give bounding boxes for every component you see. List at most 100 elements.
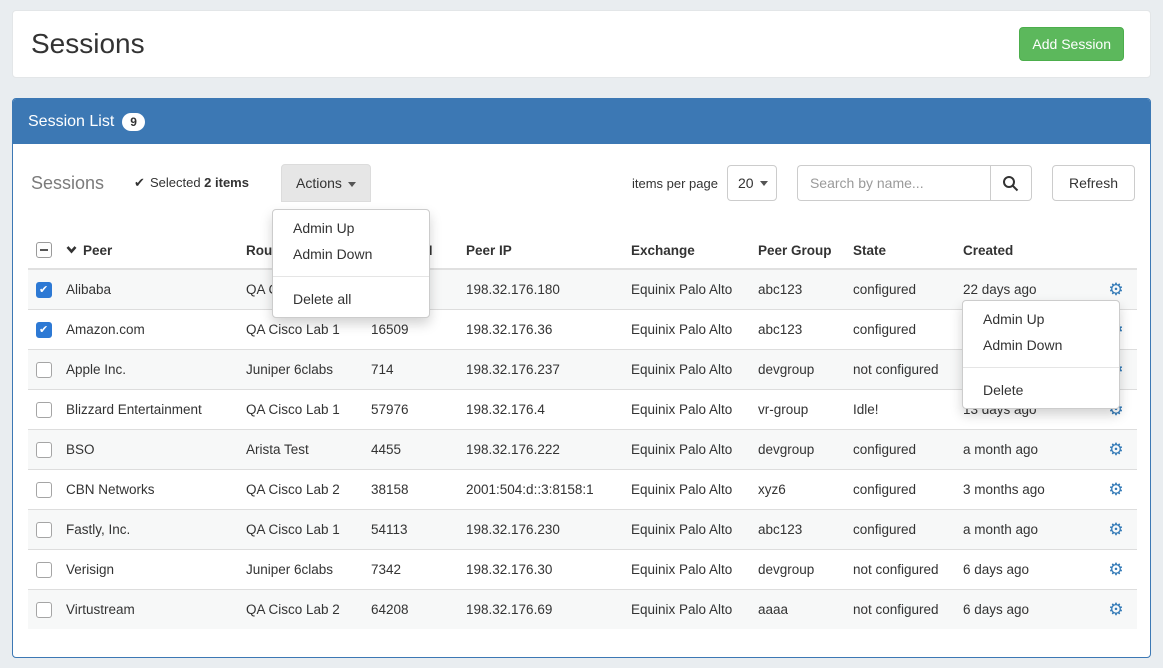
table-row: Virtustream QA Cisco Lab 2 64208 198.32.… [28, 590, 1137, 630]
row-checkbox[interactable] [36, 322, 52, 338]
menu-item-admin-down[interactable]: Admin Down [273, 241, 429, 267]
column-header-peer[interactable]: Peer [58, 232, 238, 269]
cell-created: a month ago [955, 430, 1095, 470]
cell-exchange: Equinix Palo Alto [623, 390, 750, 430]
cell-peer-group: abc123 [750, 269, 845, 310]
cell-asn: 4455 [363, 430, 458, 470]
selected-items-status: ✔Selected 2 items [134, 175, 249, 191]
cell-peer-group: xyz6 [750, 470, 845, 510]
row-dropdown-menu: Admin Up Admin Down Delete [962, 300, 1120, 409]
caret-down-icon [348, 182, 356, 187]
cell-exchange: Equinix Palo Alto [623, 350, 750, 390]
row-checkbox[interactable] [36, 402, 52, 418]
session-count-badge: 9 [122, 113, 145, 131]
cell-peer-group: vr-group [750, 390, 845, 430]
column-header-exchange: Exchange [623, 232, 750, 269]
cell-exchange: Equinix Palo Alto [623, 430, 750, 470]
selected-count: 2 items [204, 175, 249, 190]
gear-icon[interactable]: ⚙ [1108, 440, 1123, 459]
cell-peer-group: abc123 [750, 510, 845, 550]
sessions-table: Peer Router ASN Peer IP Exchange Peer Gr… [28, 232, 1137, 629]
menu-item-delete[interactable]: Delete [963, 377, 1119, 403]
items-per-page-value: 20 [738, 175, 754, 191]
row-checkbox[interactable] [36, 442, 52, 458]
search-input[interactable] [797, 165, 990, 201]
row-checkbox[interactable] [36, 562, 52, 578]
table-row: BSO Arista Test 4455 198.32.176.222 Equi… [28, 430, 1137, 470]
menu-item-admin-down[interactable]: Admin Down [963, 332, 1119, 358]
cell-asn: 38158 [363, 470, 458, 510]
cell-peer-ip: 2001:504:d::3:8158:1 [458, 470, 623, 510]
cell-created: a month ago [955, 510, 1095, 550]
gear-icon[interactable]: ⚙ [1108, 600, 1123, 619]
add-session-button[interactable]: Add Session [1019, 27, 1124, 61]
row-checkbox[interactable] [36, 482, 52, 498]
cell-router: Juniper 6clabs [238, 350, 363, 390]
column-header-peer-group: Peer Group [750, 232, 845, 269]
row-checkbox[interactable] [36, 362, 52, 378]
cell-peer-group: devgroup [750, 550, 845, 590]
cell-router: QA Cisco Lab 2 [238, 470, 363, 510]
cell-asn: 714 [363, 350, 458, 390]
select-all-checkbox[interactable] [36, 242, 52, 258]
column-header-created: Created [955, 232, 1095, 269]
table-header-row: Peer Router ASN Peer IP Exchange Peer Gr… [28, 232, 1137, 269]
cell-state: Idle! [845, 390, 955, 430]
selected-label: Selected [150, 175, 201, 190]
cell-asn: 64208 [363, 590, 458, 630]
caret-down-icon [760, 181, 768, 186]
cell-peer-ip: 198.32.176.180 [458, 269, 623, 310]
cell-peer: BSO [58, 430, 238, 470]
page-title: Sessions [31, 28, 145, 60]
column-header-peer-ip: Peer IP [458, 232, 623, 269]
cell-peer-group: devgroup [750, 350, 845, 390]
cell-exchange: Equinix Palo Alto [623, 590, 750, 630]
search-button[interactable] [990, 165, 1032, 201]
menu-item-admin-up[interactable]: Admin Up [963, 306, 1119, 332]
cell-peer: CBN Networks [58, 470, 238, 510]
actions-dropdown-button[interactable]: Actions [281, 164, 371, 202]
cell-asn: 57976 [363, 390, 458, 430]
menu-divider [963, 367, 1119, 368]
cell-router: QA Cisco Lab 2 [238, 590, 363, 630]
row-checkbox[interactable] [36, 602, 52, 618]
cell-peer-ip: 198.32.176.30 [458, 550, 623, 590]
gear-icon[interactable]: ⚙ [1108, 520, 1123, 539]
page: Sessions Add Session Session List 9 Sess… [0, 0, 1163, 668]
cell-state: not configured [845, 350, 955, 390]
toolbar: Sessions ✔Selected 2 items Actions items… [28, 164, 1135, 202]
menu-divider [273, 276, 429, 277]
cell-router: Arista Test [238, 430, 363, 470]
column-header-state: State [845, 232, 955, 269]
items-per-page-label: items per page [632, 176, 718, 191]
gear-icon[interactable]: ⚙ [1108, 280, 1123, 299]
gear-icon[interactable]: ⚙ [1108, 480, 1123, 499]
refresh-button[interactable]: Refresh [1052, 165, 1135, 201]
row-checkbox[interactable] [36, 522, 52, 538]
cell-state: configured [845, 310, 955, 350]
cell-asn: 7342 [363, 550, 458, 590]
cell-exchange: Equinix Palo Alto [623, 550, 750, 590]
table-row: CBN Networks QA Cisco Lab 2 38158 2001:5… [28, 470, 1137, 510]
items-per-page-select[interactable]: 20 [727, 165, 777, 201]
menu-item-admin-up[interactable]: Admin Up [273, 215, 429, 241]
cell-peer-ip: 198.32.176.69 [458, 590, 623, 630]
cell-state: configured [845, 470, 955, 510]
menu-item-delete-all[interactable]: Delete all [273, 286, 429, 312]
row-checkbox[interactable] [36, 282, 52, 298]
page-header: Sessions Add Session [12, 10, 1151, 78]
gear-icon[interactable]: ⚙ [1108, 560, 1123, 579]
column-header-actions [1095, 232, 1137, 269]
cell-peer: Verisign [58, 550, 238, 590]
cell-peer: Amazon.com [58, 310, 238, 350]
panel-title: Session List [28, 113, 114, 131]
cell-peer: Fastly, Inc. [58, 510, 238, 550]
cell-peer: Virtustream [58, 590, 238, 630]
cell-peer-ip: 198.32.176.4 [458, 390, 623, 430]
cell-peer: Apple Inc. [58, 350, 238, 390]
cell-peer: Blizzard Entertainment [58, 390, 238, 430]
cell-exchange: Equinix Palo Alto [623, 310, 750, 350]
cell-peer-ip: 198.32.176.237 [458, 350, 623, 390]
cell-peer-group: devgroup [750, 430, 845, 470]
toolbar-title: Sessions [31, 173, 104, 194]
